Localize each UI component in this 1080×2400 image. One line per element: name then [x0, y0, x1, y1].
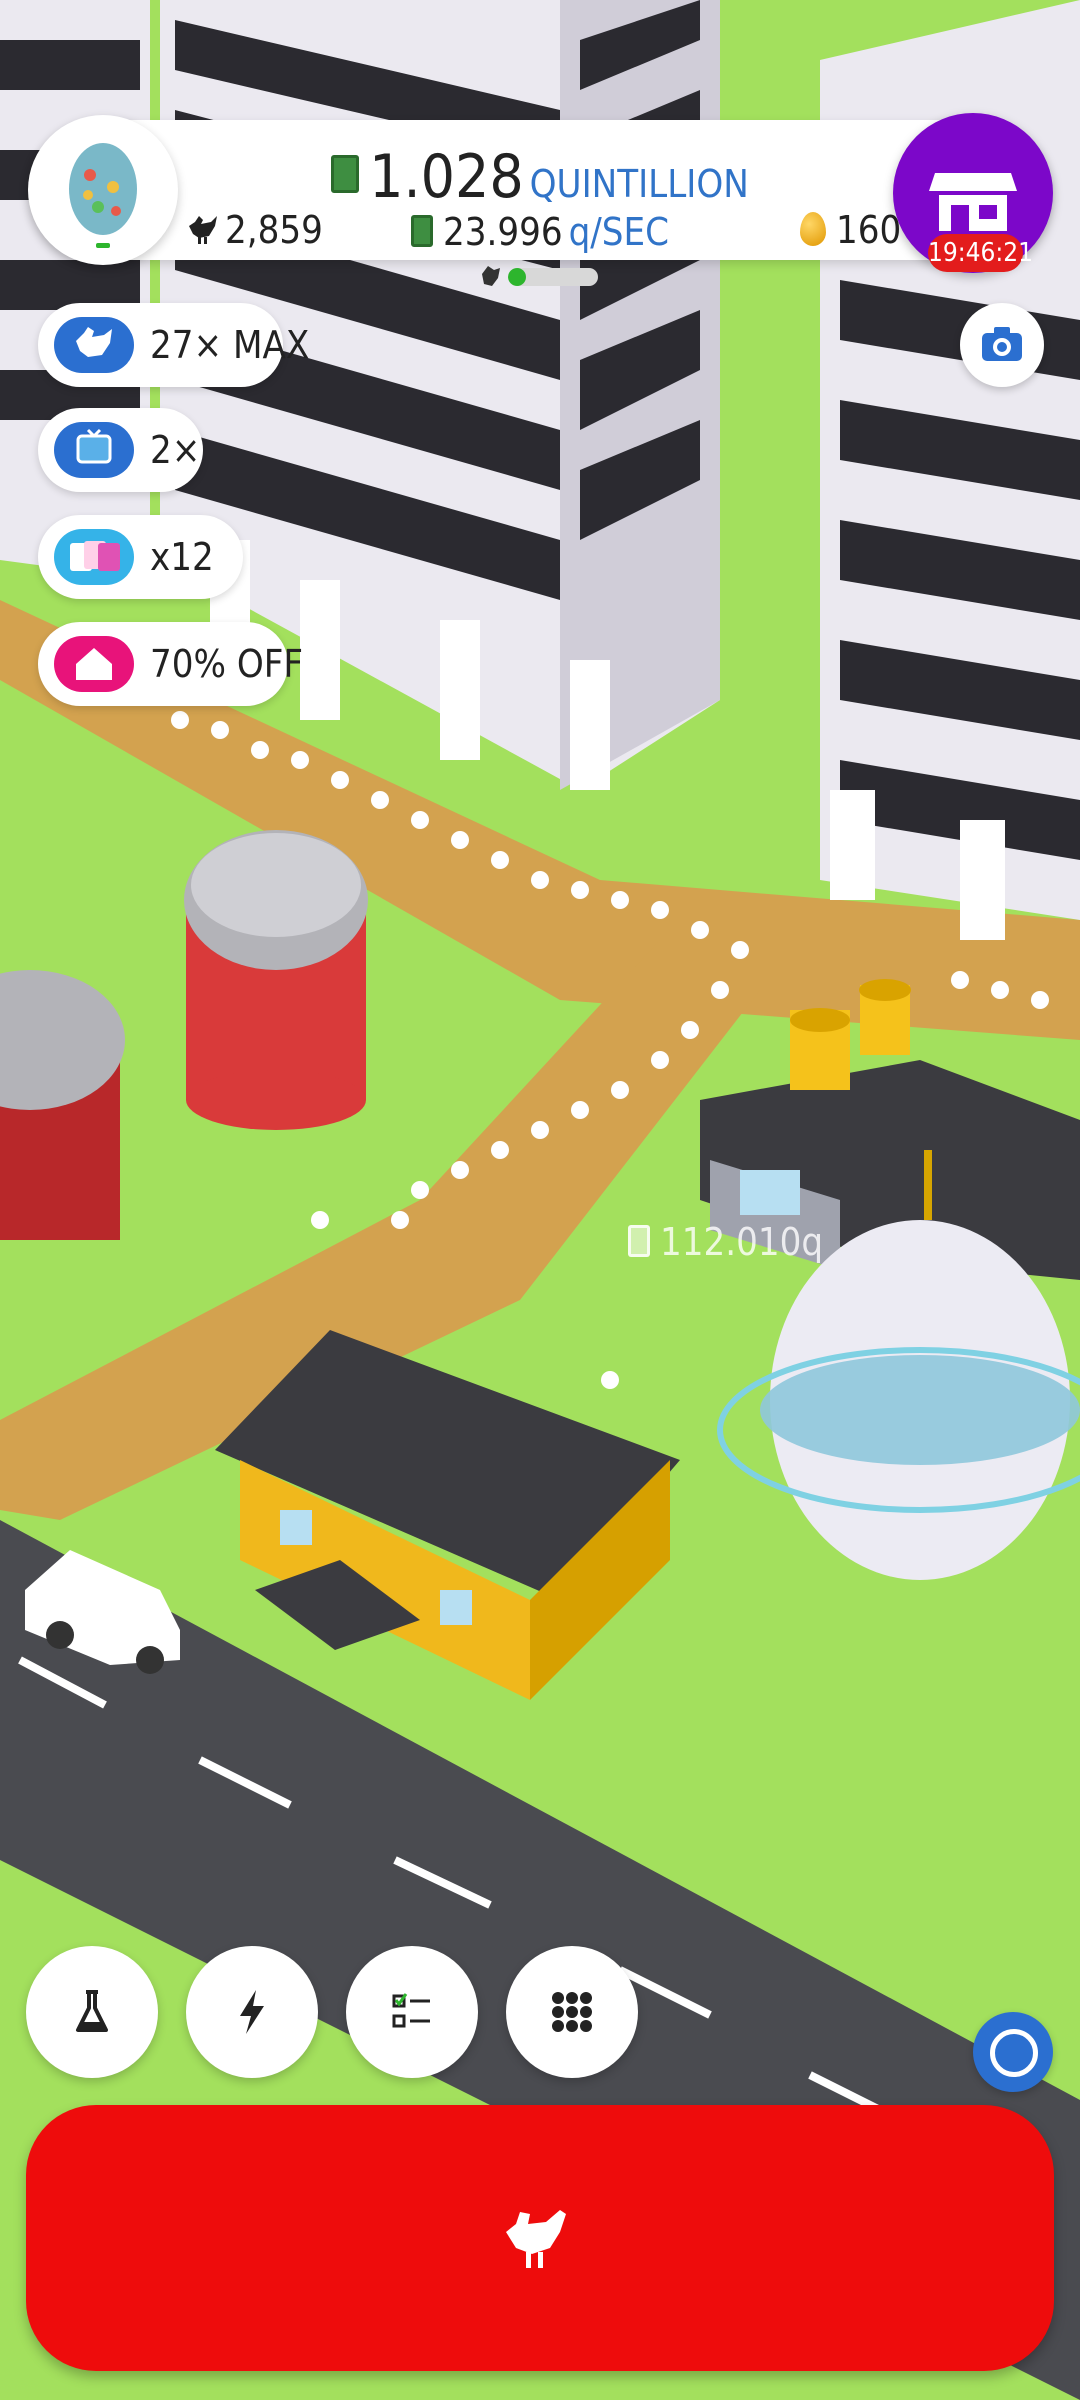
- chicken-icon: [54, 317, 134, 373]
- floating-income-value: 112.010q: [660, 1220, 824, 1264]
- video-boost-pill[interactable]: 2×: [38, 408, 203, 492]
- cash-icon: [331, 155, 360, 194]
- progress-fill: [508, 268, 526, 286]
- rate-unit: q/SEC: [568, 210, 669, 254]
- menu-grid-icon: [552, 1992, 592, 2032]
- camera-icon: [982, 327, 1022, 361]
- missions-checklist-icon: [392, 1993, 430, 2028]
- camera-button[interactable]: [960, 303, 1044, 387]
- boosts-button[interactable]: [186, 1946, 318, 2078]
- cash-icon: [410, 214, 433, 247]
- shop-timer: 19:46:21: [928, 234, 1033, 272]
- progress-track: [508, 268, 598, 286]
- boost-label: x12: [150, 535, 214, 579]
- chicken-icon: [506, 2210, 566, 2268]
- missions-button[interactable]: [346, 1946, 478, 2078]
- hatch-chicken-button[interactable]: [26, 2105, 1054, 2371]
- shipping-progress: [478, 262, 618, 292]
- research-button[interactable]: [26, 1946, 158, 2078]
- menu-button[interactable]: [506, 1946, 638, 2078]
- boost-label: 27× MAX: [150, 323, 310, 367]
- floating-income: 112.010q: [628, 1220, 823, 1264]
- golden-egg-count: 160: [800, 208, 901, 252]
- chicken-icon: [189, 215, 217, 244]
- boost-cards-pill[interactable]: x12: [38, 515, 243, 599]
- chicken-boost-pill[interactable]: 27× MAX: [38, 303, 309, 387]
- boost-lightning-icon: [240, 1990, 264, 2034]
- tv-icon: [54, 422, 134, 478]
- boost-label: 2×: [150, 428, 201, 472]
- chicken-count: 2,859: [185, 208, 323, 252]
- research-flask-icon: [76, 1990, 108, 2032]
- golden-egg-value: 160: [836, 208, 902, 252]
- boost-label: 70% OFF: [150, 642, 304, 686]
- chicken-count-value: 2,859: [225, 208, 323, 252]
- discount-pill[interactable]: 70% OFF: [38, 622, 303, 706]
- assistant-circle-button[interactable]: [973, 2012, 1053, 2092]
- money-value: 1.028: [369, 142, 524, 212]
- boost-cards-icon: [54, 529, 134, 585]
- money-unit: QUINTILLION: [529, 162, 749, 206]
- golden-egg-icon: [800, 211, 826, 246]
- house-icon: [54, 636, 134, 692]
- cash-icon: [628, 1224, 650, 1257]
- chick-icon: [482, 266, 500, 286]
- rate-value: 23.996: [442, 210, 563, 254]
